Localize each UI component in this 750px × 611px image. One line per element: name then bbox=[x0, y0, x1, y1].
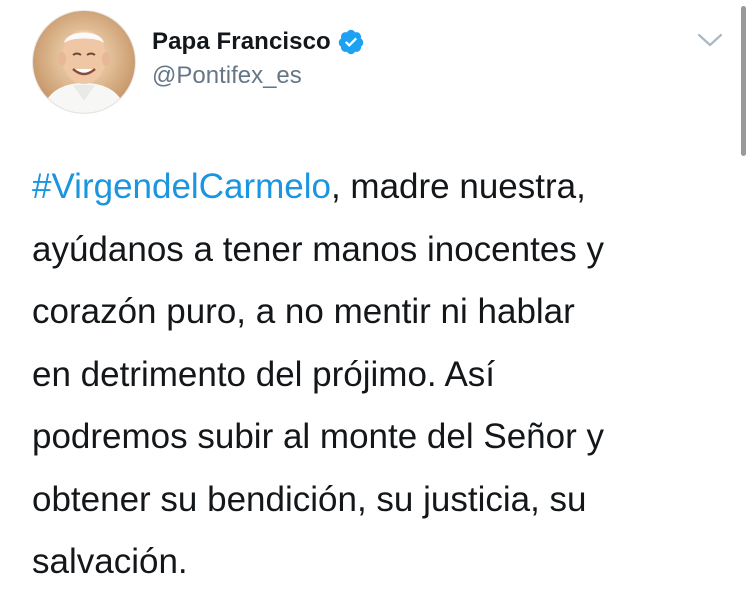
pope-portrait-avatar bbox=[41, 30, 127, 113]
tweet-text-segment: , madre nuestra, bbox=[330, 167, 586, 206]
display-name[interactable]: Papa Francisco bbox=[152, 28, 331, 56]
user-handle[interactable]: @Pontifex_es bbox=[152, 62, 365, 90]
tweet-text-line: salvación. bbox=[32, 542, 188, 581]
tweet-text-line: corazón puro, a no mentir ni hablar bbox=[32, 292, 575, 331]
user-info[interactable]: Papa Francisco @Pontifex_es bbox=[152, 24, 365, 90]
tweet-text-line: #VirgendelCarmelo, madre nuestra, bbox=[32, 156, 732, 219]
tweet-text-line: obtener su bendición, su justicia, su bbox=[32, 479, 587, 519]
chevron-down-icon[interactable] bbox=[696, 30, 724, 50]
hashtag-link[interactable]: #VirgendelCarmelo bbox=[32, 167, 331, 206]
verified-badge-icon bbox=[338, 29, 364, 55]
tweet-card: Papa Francisco @Pontifex_es #VirgendelCa… bbox=[0, 0, 750, 611]
tweet-text-line: en detrimento del prójimo. Así bbox=[32, 354, 496, 394]
name-row: Papa Francisco bbox=[152, 24, 365, 60]
avatar[interactable] bbox=[32, 10, 136, 114]
scrollbar[interactable] bbox=[741, 6, 746, 156]
tweet-text-line: ayúdanos a tener manos inocentes y bbox=[32, 229, 605, 269]
tweet-text: #VirgendelCarmelo, madre nuestra, ayúdan… bbox=[32, 156, 732, 594]
tweet-text-line: podremos subir al monte del Señor y bbox=[32, 417, 604, 456]
